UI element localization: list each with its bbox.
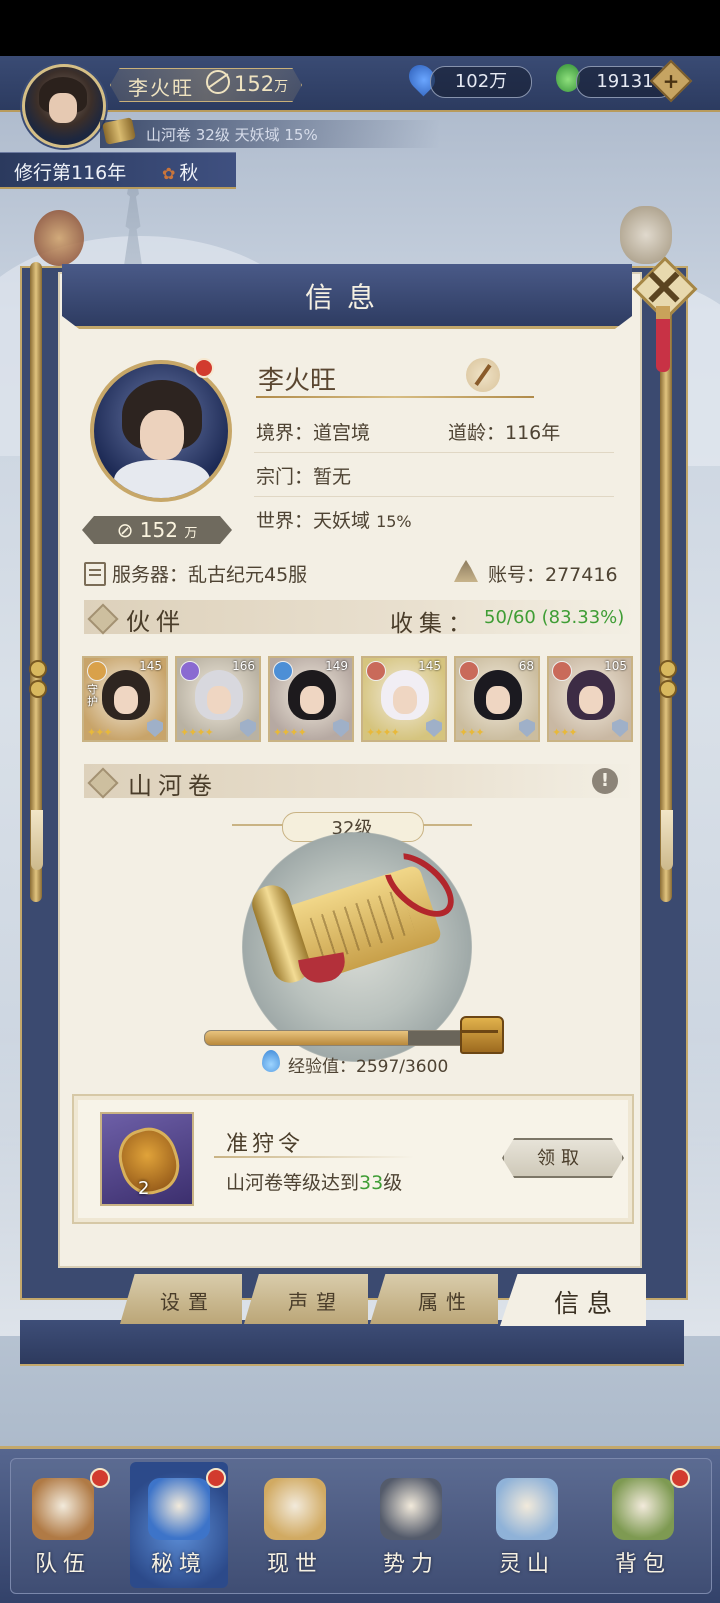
partners-title: 伙伴 <box>126 608 186 636</box>
star-icon: ✦✦✦ <box>459 726 485 739</box>
server-icon <box>84 562 106 586</box>
tab-reputation-label: 声望 <box>288 1290 344 1314</box>
nav-item[interactable]: 秘境 <box>130 1462 228 1588</box>
nav-label: 现世 <box>266 1552 323 1577</box>
nav-icon <box>148 1478 210 1540</box>
panel-rod-left <box>30 262 42 902</box>
element-badge-icon <box>552 661 572 681</box>
power-icon <box>206 70 230 94</box>
tab-settings-label: 设置 <box>160 1290 216 1314</box>
partner-level: 145 <box>418 659 441 673</box>
star-icon: ✦✦✦✦ <box>273 726 307 739</box>
element-badge-icon <box>87 661 107 681</box>
account-text: 账号：277416 <box>488 564 618 586</box>
tab-info-label: 信息 <box>554 1289 621 1318</box>
profile-name: 李火旺 <box>258 366 337 396</box>
info-icon[interactable]: ! <box>592 768 618 794</box>
exp-flame-icon <box>262 1050 280 1072</box>
exp-bar <box>204 1030 488 1046</box>
player-avatar[interactable] <box>22 64 106 148</box>
status-bar <box>0 0 720 56</box>
nav-item[interactable]: 背包 <box>594 1462 692 1588</box>
nav-label: 秘境 <box>150 1552 207 1577</box>
profile-power: ⊘ 152 万 <box>116 518 198 542</box>
scroll-section-title: 山河卷 <box>128 772 218 800</box>
partner-card[interactable]: 105 ✦✦✦ <box>547 656 633 742</box>
tassel-decoration <box>656 306 670 372</box>
partner-card[interactable]: 166 ✦✦✦✦ <box>175 656 261 742</box>
star-icon: ✦✦✦ <box>87 726 113 739</box>
partner-level: 105 <box>604 659 627 673</box>
scroll-summary: 山河卷 32级 天妖域 15% <box>146 126 318 144</box>
partner-level: 166 <box>232 659 255 673</box>
notification-dot <box>670 1468 690 1488</box>
tab-attributes-label: 属性 <box>418 1290 474 1314</box>
exp-bar-fill <box>205 1031 409 1045</box>
star-icon: ✦✦✦✦ <box>180 726 214 739</box>
notification-dot <box>90 1468 110 1488</box>
exp-text: 经验值：2597/3600 <box>288 1057 449 1077</box>
nav-label: 灵山 <box>498 1552 555 1577</box>
avatar-notification-dot <box>194 358 214 378</box>
player-name: 李火旺 <box>128 76 194 100</box>
cultivation-year: 修行第116年 <box>14 162 127 184</box>
realm-text: 境界：道宫境 <box>256 422 371 444</box>
reward-title: 准狩令 <box>226 1132 305 1157</box>
partner-role: 守护 <box>87 683 98 708</box>
server-text: 服务器：乱古纪元45服 <box>112 564 308 586</box>
star-icon: ✦✦✦ <box>552 726 578 739</box>
notification-dot <box>206 1468 226 1488</box>
element-badge-icon <box>273 661 293 681</box>
partner-card[interactable]: 145 ✦✦✦✦ <box>361 656 447 742</box>
nav-label: 背包 <box>614 1552 671 1577</box>
profile-avatar[interactable] <box>90 360 232 502</box>
nav-item[interactable]: 势力 <box>362 1462 460 1588</box>
reward-description: 山河卷等级达到33级 <box>226 1172 403 1194</box>
player-power: 152万 <box>206 70 288 96</box>
nav-label: 势力 <box>382 1552 439 1577</box>
nav-item[interactable]: 队伍 <box>14 1462 112 1588</box>
lantern-left-icon <box>34 210 84 266</box>
nav-icon <box>32 1478 94 1540</box>
nav-item[interactable]: 现世 <box>246 1462 344 1588</box>
reward-count: 2 <box>138 1178 150 1199</box>
partner-level: 145 <box>139 659 162 673</box>
spirit-stone-count: 102万 <box>430 66 532 98</box>
collect-label: 收集： <box>390 611 477 637</box>
panel-footer <box>20 1320 684 1366</box>
nav-icon <box>612 1478 674 1540</box>
element-badge-icon <box>459 661 479 681</box>
nav-label: 队伍 <box>34 1552 91 1577</box>
partner-card[interactable]: 68 ✦✦✦ <box>454 656 540 742</box>
age-text: 道龄：116年 <box>448 422 561 444</box>
plus-icon: + <box>662 69 680 93</box>
nav-icon <box>264 1478 326 1540</box>
panel-title: 信息 <box>304 281 389 314</box>
rename-brush-icon[interactable] <box>466 358 500 392</box>
claim-button-label: 领取 <box>537 1148 585 1169</box>
world-text: 世界：天妖域 15% <box>256 510 412 532</box>
partner-card[interactable]: 149 ✦✦✦✦ <box>268 656 354 742</box>
treasure-chest-icon[interactable] <box>460 1016 504 1054</box>
partner-card[interactable]: 145 守护 ✦✦✦ <box>82 656 168 742</box>
partner-level: 68 <box>518 659 534 673</box>
season-label: 秋 <box>162 158 198 185</box>
partner-level: 149 <box>325 659 348 673</box>
sect-text: 宗门：暂无 <box>256 466 352 488</box>
reward-item[interactable]: 2 <box>100 1112 194 1206</box>
star-icon: ✦✦✦✦ <box>366 726 400 739</box>
nav-icon <box>496 1478 558 1540</box>
collect-progress: 50/60 (83.33%) <box>484 607 625 628</box>
element-badge-icon <box>366 661 386 681</box>
element-badge-icon <box>180 661 200 681</box>
nav-icon <box>380 1478 442 1540</box>
nav-item[interactable]: 灵山 <box>478 1462 576 1588</box>
